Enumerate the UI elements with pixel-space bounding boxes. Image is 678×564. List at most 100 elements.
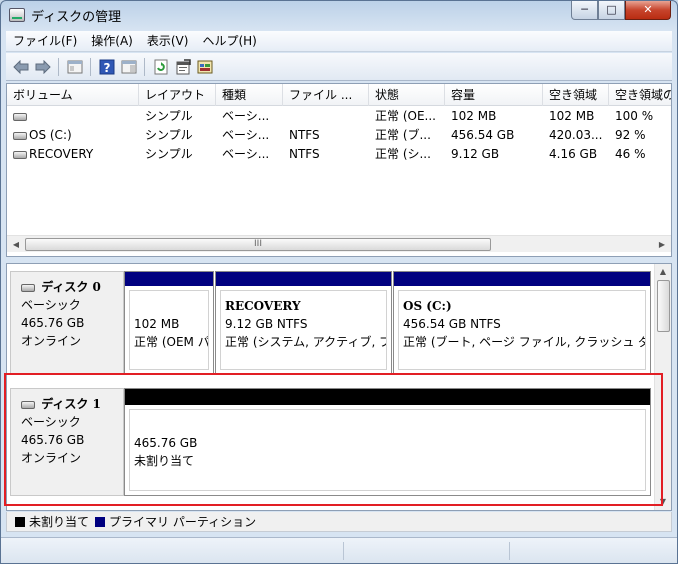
hard-disk-icon (21, 283, 35, 292)
volume-cell (7, 107, 139, 126)
partition-detail: RECOVERY 9.12 GB NTFS 正常 (システム, アクティブ, プ… (220, 290, 387, 370)
pane-view-icon[interactable] (120, 58, 138, 76)
column-header-free-space[interactable]: 空き領域 (543, 84, 609, 106)
disk-1-label[interactable]: ディスク 1 ベーシック 465.76 GB オンライン (10, 388, 124, 496)
disk-1-size: 465.76 GB (21, 433, 85, 447)
menu-help[interactable]: ヘルプ(H) (195, 31, 263, 51)
partition-status: 正常 (システム, アクティブ, プライマリ パーティション) (225, 335, 386, 349)
scroll-right-arrow-icon[interactable]: ▶ (655, 238, 669, 251)
type-cell: ベーシ... (222, 147, 270, 161)
disk-volume-icon (13, 131, 27, 140)
properties-icon[interactable] (174, 58, 192, 76)
hard-disk-icon (21, 400, 35, 409)
svg-text:?: ? (104, 61, 111, 75)
scroll-left-arrow-icon[interactable]: ◀ (9, 238, 23, 251)
scroll-up-arrow-icon[interactable]: ▲ (656, 265, 670, 279)
title-bar[interactable]: ディスクの管理 ─ □ ✕ (1, 1, 677, 29)
partition-recovery[interactable]: RECOVERY 9.12 GB NTFS 正常 (システム, アクティブ, プ… (215, 271, 392, 375)
disk-1-name: ディスク 1 (41, 397, 101, 411)
partition-detail: 465.76 GB 未割り当て (129, 409, 646, 491)
disk-volume-icon (13, 150, 27, 159)
free-percent-cell: 46 % (615, 147, 646, 161)
disk-map-pane: ディスク 0 ベーシック 465.76 GB オンライン 102 MB 正常 (… (6, 263, 672, 511)
partition-type-bar (394, 272, 650, 286)
column-header-type[interactable]: 種類 (216, 84, 283, 106)
partition-os-c[interactable]: OS (C:) 456.54 GB NTFS 正常 (ブート, ページ ファイル… (393, 271, 651, 375)
help-icon[interactable]: ? (98, 58, 116, 76)
column-header-capacity[interactable]: 容量 (445, 84, 543, 106)
caption-buttons: ─ □ ✕ (571, 1, 671, 20)
partition-status: 正常 (OEM パーティション) (134, 335, 209, 349)
vertical-scroll-thumb[interactable] (657, 280, 670, 332)
partition-title (134, 416, 645, 434)
legend-bar: 未割り当て プライマリ パーティション (6, 512, 672, 532)
menu-view[interactable]: 表示(V) (140, 31, 196, 51)
column-header-layout[interactable]: レイアウト (139, 84, 216, 106)
menu-action[interactable]: 操作(A) (84, 31, 140, 51)
capacity-cell: 102 MB (451, 109, 497, 123)
status-bar (1, 537, 677, 563)
volume-cell: RECOVERY (7, 145, 139, 164)
status-cell: 正常 (シ... (375, 147, 431, 161)
partition-status: 未割り当て (134, 454, 195, 468)
toolbar-separator (90, 58, 91, 76)
column-header-free-percent[interactable]: 空き領域の (609, 84, 671, 106)
disk-0-type: ベーシック (21, 298, 81, 312)
disk-1-type: ベーシック (21, 415, 81, 429)
disk-management-window: ディスクの管理 ─ □ ✕ ファイル(F) 操作(A) 表示(V) ヘルプ(H) ? (0, 0, 678, 564)
toolbar-separator (144, 58, 145, 76)
free-percent-cell: 92 % (615, 128, 646, 142)
legend-label-unallocated: 未割り当て (29, 515, 90, 529)
column-header-filesystem[interactable]: ファイル ... (283, 84, 369, 106)
volume-list-pane: ボリューム レイアウト 種類 ファイル ... 状態 容量 空き領域 空き領域の… (6, 83, 672, 257)
volume-cell: OS (C:) (7, 126, 139, 145)
free-space-cell: 4.16 GB (549, 147, 598, 161)
disk-management-app-icon (9, 8, 25, 22)
scroll-down-arrow-icon[interactable]: ▼ (656, 495, 670, 509)
filesystem-cell: NTFS (289, 147, 320, 161)
refresh-icon[interactable] (152, 58, 170, 76)
status-separator (509, 542, 510, 560)
close-button[interactable]: ✕ (625, 1, 671, 20)
toolbar-separator (58, 58, 59, 76)
disk-0-label[interactable]: ディスク 0 ベーシック 465.76 GB オンライン (10, 271, 124, 375)
table-row[interactable]: RECOVERY シンプル ベーシ... NTFS 正常 (シ... 9.12 … (7, 145, 671, 164)
disk-settings-icon[interactable] (196, 58, 214, 76)
disk-0-size: 465.76 GB (21, 316, 85, 330)
disk-0-name: ディスク 0 (41, 280, 101, 294)
disk-1-name-row: ディスク 1 (21, 395, 123, 413)
table-row[interactable]: シンプル ベーシ... 正常 (OE... 102 MB 102 MB 100 … (7, 107, 671, 126)
partition-type-bar (216, 272, 391, 286)
free-space-cell: 420.03... (549, 128, 603, 142)
type-cell: ベーシ... (222, 109, 270, 123)
free-space-cell: 102 MB (549, 109, 595, 123)
status-cell: 正常 (ブ... (375, 128, 431, 142)
status-cell: 正常 (OE... (375, 109, 436, 123)
volume-list-header: ボリューム レイアウト 種類 ファイル ... 状態 容量 空き領域 空き領域の (7, 84, 671, 106)
back-arrow-icon[interactable] (12, 58, 30, 76)
table-row[interactable]: OS (C:) シンプル ベーシ... NTFS 正常 (ブ... 456.54… (7, 126, 671, 145)
toolbar: ? (6, 53, 672, 81)
menu-file[interactable]: ファイル(F) (6, 31, 84, 51)
minimize-button[interactable]: ─ (571, 1, 598, 20)
console-tree-icon[interactable] (66, 58, 84, 76)
partition-unallocated[interactable]: 465.76 GB 未割り当て (124, 388, 651, 496)
partition-detail: OS (C:) 456.54 GB NTFS 正常 (ブート, ページ ファイル… (398, 290, 646, 370)
free-percent-cell: 100 % (615, 109, 654, 123)
legend-item-unallocated: 未割り当て (15, 515, 89, 529)
horizontal-scroll-thumb[interactable]: III (25, 238, 491, 251)
forward-arrow-icon[interactable] (34, 58, 52, 76)
legend-swatch-unallocated (15, 517, 25, 527)
maximize-button[interactable]: □ (598, 1, 625, 20)
vertical-scrollbar[interactable]: ▲ ▼ (654, 264, 671, 510)
partition-size: 465.76 GB (134, 436, 198, 450)
disk-volume-icon (13, 112, 27, 121)
column-header-status[interactable]: 状態 (369, 84, 445, 106)
horizontal-scrollbar[interactable]: ◀ III ▶ (7, 235, 671, 252)
partition-size: 102 MB (134, 317, 180, 331)
capacity-cell: 9.12 GB (451, 147, 500, 161)
partition-size: 9.12 GB NTFS (225, 317, 308, 331)
partition-oem[interactable]: 102 MB 正常 (OEM パーティション) (124, 271, 214, 375)
column-header-volume[interactable]: ボリューム (7, 84, 139, 106)
layout-cell: シンプル (145, 147, 193, 161)
